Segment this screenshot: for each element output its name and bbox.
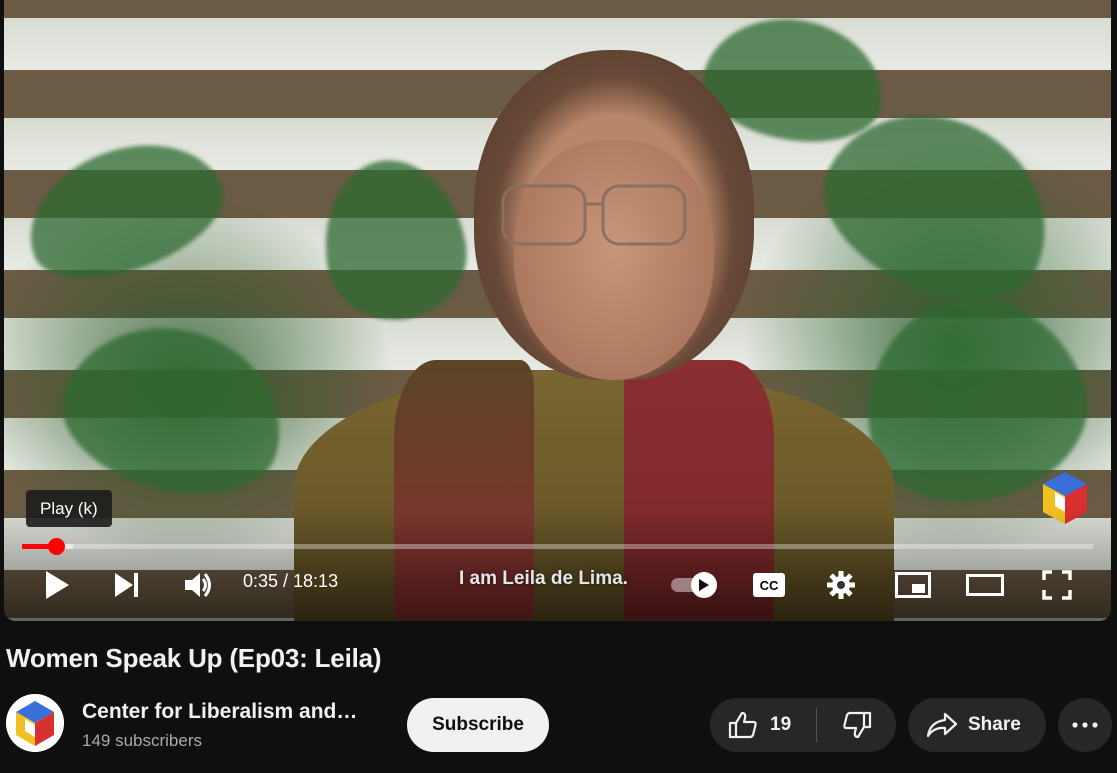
time-display: 0:35 / 18:13	[243, 571, 339, 591]
svg-text:CC: CC	[760, 578, 779, 593]
fullscreen-button[interactable]	[1034, 562, 1080, 608]
glasses	[501, 184, 687, 246]
plant-leaf	[47, 304, 301, 516]
next-button[interactable]	[104, 562, 150, 608]
miniplayer-button[interactable]	[890, 562, 936, 608]
video-title: Women Speak Up (Ep03: Leila)	[6, 643, 382, 673]
share-button[interactable]: Share	[908, 698, 1046, 752]
person-face	[514, 140, 714, 380]
play-button[interactable]	[34, 562, 80, 608]
play-icon	[46, 571, 69, 599]
plant-leaf	[311, 149, 477, 331]
channel-logo-icon	[6, 694, 64, 752]
video-player[interactable]: Play (k) 0:35 / 18:13 I am Leila de Lima…	[4, 0, 1111, 621]
thumbs-up-icon	[728, 711, 757, 739]
subscribe-button[interactable]: Subscribe	[407, 698, 549, 752]
controls-gradient	[4, 511, 1111, 621]
fullscreen-icon	[1042, 570, 1072, 600]
gear-icon	[827, 571, 855, 599]
channel-name[interactable]: Center for Liberalism and…	[82, 700, 357, 724]
dislike-button[interactable]	[817, 698, 896, 752]
subscriber-count: 149 subscribers	[82, 731, 203, 750]
channel-avatar[interactable]	[6, 694, 64, 752]
autoplay-knob	[691, 572, 717, 598]
more-actions-button[interactable]	[1058, 698, 1112, 752]
captions-button[interactable]: CC	[746, 562, 792, 608]
next-icon	[115, 573, 138, 597]
more-horizontal-icon	[1072, 722, 1098, 728]
share-label: Share	[968, 714, 1021, 735]
plant-leaf	[9, 119, 239, 301]
caption-text: I am Leila de Lima.	[459, 568, 628, 589]
miniplayer-icon	[895, 572, 931, 598]
like-dislike-group: 19	[710, 698, 896, 752]
autoplay-play-icon	[699, 579, 709, 591]
volume-button[interactable]	[176, 562, 222, 608]
cc-icon: CC	[753, 573, 785, 597]
autoplay-toggle[interactable]	[671, 571, 725, 599]
theater-icon	[966, 574, 1004, 596]
thumbs-down-icon	[842, 711, 871, 739]
play-tooltip: Play (k)	[26, 490, 112, 527]
share-icon	[926, 712, 958, 738]
like-button[interactable]: 19	[710, 698, 816, 752]
volume-icon	[185, 573, 211, 597]
theater-mode-button[interactable]	[962, 562, 1008, 608]
settings-button[interactable]	[818, 562, 864, 608]
like-count: 19	[770, 714, 792, 735]
progress-bar[interactable]	[22, 538, 1093, 555]
